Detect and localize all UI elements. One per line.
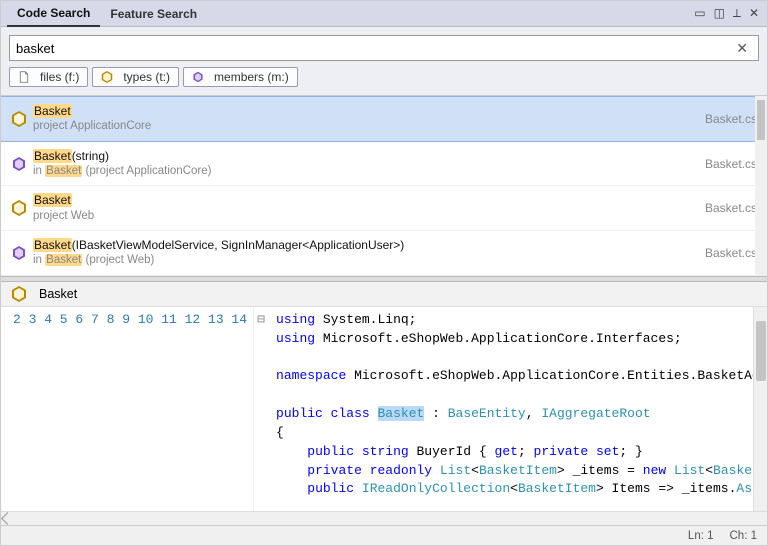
- member-icon: [192, 71, 204, 83]
- status-col: Ch: 1: [730, 530, 758, 542]
- preview-header: Basket: [1, 282, 767, 307]
- filter-chip-member[interactable]: members (m:): [183, 67, 298, 87]
- result-file: Basket.cs: [705, 201, 757, 215]
- result-subtitle: project ApplicationCore: [33, 119, 697, 135]
- clear-icon[interactable]: ✕: [732, 40, 752, 57]
- tab-bar: Code Search Feature Search ▭ ◫ ⟂ ✕: [1, 1, 767, 27]
- preview-title: Basket: [39, 287, 77, 301]
- results-scrollbar[interactable]: [755, 96, 767, 276]
- result-file: Basket.cs: [705, 112, 757, 126]
- result-item[interactable]: Basket(IBasketViewModelService, SignInMa…: [1, 231, 767, 276]
- result-item[interactable]: Basketproject Web Basket.cs: [1, 186, 767, 231]
- filter-chip-type[interactable]: types (t:): [92, 67, 179, 87]
- member-icon: [11, 156, 27, 172]
- type-icon: [11, 111, 27, 127]
- code-preview: 2 3 4 5 6 7 8 9 10 11 12 13 14 ⊟ using S…: [1, 307, 767, 511]
- result-item[interactable]: Basket(string)in Basket (project Applica…: [1, 142, 767, 187]
- result-title: Basket: [33, 192, 697, 208]
- status-line: Ln: 1: [688, 530, 714, 542]
- code-scrollbar-v[interactable]: [753, 307, 767, 511]
- search-input[interactable]: [16, 41, 732, 56]
- code-scrollbar-h[interactable]: [1, 511, 767, 525]
- tab-code-search[interactable]: Code Search: [7, 1, 100, 27]
- window-layout1-icon[interactable]: ▭: [692, 6, 707, 21]
- tab-feature-search[interactable]: Feature Search: [100, 2, 207, 26]
- code-body[interactable]: using System.Linq;using Microsoft.eShopW…: [268, 307, 767, 511]
- type-icon: [101, 71, 113, 83]
- result-subtitle: in Basket (project ApplicationCore): [33, 164, 697, 180]
- result-file: Basket.cs: [705, 157, 757, 171]
- search-box[interactable]: ✕: [9, 35, 759, 61]
- result-title: Basket(IBasketViewModelService, SignInMa…: [33, 237, 697, 253]
- file-icon: [18, 71, 30, 83]
- result-file: Basket.cs: [705, 246, 757, 260]
- close-icon[interactable]: ✕: [747, 6, 761, 21]
- filter-label: types (t:): [123, 70, 170, 84]
- results-list: Basketproject ApplicationCoreBasket.csBa…: [1, 96, 767, 276]
- result-subtitle: project Web: [33, 209, 697, 225]
- filter-label: files (f:): [40, 70, 79, 84]
- result-item[interactable]: Basketproject ApplicationCore Basket.cs: [1, 96, 767, 142]
- search-row: ✕: [1, 27, 767, 67]
- status-bar: Ln: 1 Ch: 1: [1, 525, 767, 545]
- line-gutter: 2 3 4 5 6 7 8 9 10 11 12 13 14: [1, 307, 254, 511]
- type-icon: [11, 200, 27, 216]
- filter-chip-file[interactable]: files (f:): [9, 67, 88, 87]
- filter-label: members (m:): [214, 70, 289, 84]
- window-layout2-icon[interactable]: ◫: [712, 6, 727, 21]
- pin-icon[interactable]: ⟂: [731, 6, 743, 21]
- result-title: Basket: [33, 103, 697, 119]
- filter-row: files (f:) types (t:) members (m:): [1, 67, 767, 96]
- result-subtitle: in Basket (project Web): [33, 253, 697, 269]
- type-icon: [11, 286, 27, 302]
- result-title: Basket(string): [33, 148, 697, 164]
- member-icon: [11, 245, 27, 261]
- fold-column[interactable]: ⊟: [254, 307, 268, 511]
